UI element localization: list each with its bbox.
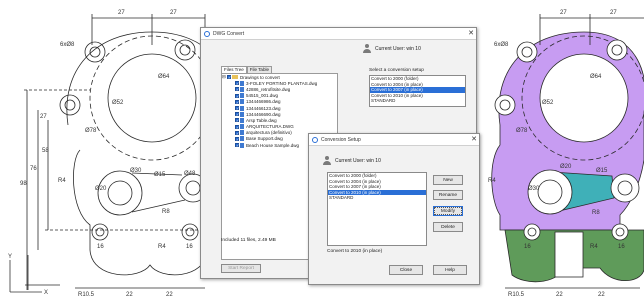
checkbox[interactable]: ✓ — [235, 143, 239, 148]
start-report-button[interactable]: Start Report — [221, 264, 261, 273]
current-user-label: Current User: win 10 — [335, 158, 381, 164]
new-button[interactable]: New — [433, 175, 463, 185]
dim-text: R4 — [590, 244, 598, 250]
file-name: Arsp Table.dwg — [246, 117, 277, 123]
window-title: DWG Convert — [213, 30, 245, 37]
dim-text: 16 — [524, 244, 531, 250]
dim-text: R4 — [488, 178, 496, 184]
setup-list[interactable]: Convert to 2000 (folder) Convert to 2004 … — [369, 75, 466, 107]
current-user: Current User: win 10 — [319, 156, 381, 166]
checkbox[interactable]: ✓ — [235, 130, 239, 135]
dwg-file-icon — [240, 130, 244, 136]
title-bar: DWG Convert ✕ — [201, 28, 476, 40]
app-icon — [312, 136, 318, 143]
checkbox[interactable]: ✓ — [235, 118, 239, 123]
title-bar: Conversion Setup ✕ — [309, 134, 479, 146]
setup-option[interactable]: STANDARD — [370, 98, 465, 104]
dim-text: 27 — [610, 10, 617, 16]
dim-text: 16 — [618, 244, 625, 250]
dwg-file-icon — [240, 111, 244, 117]
dwg-file-icon — [240, 93, 244, 99]
file-name: 3-FOLEY PORTINO PLANTAS.dwg — [246, 80, 318, 86]
file-name: 42886_retrofitsite.dwg — [246, 86, 291, 92]
dim-text: 27 — [560, 10, 567, 16]
dim-text: 22 — [598, 292, 605, 298]
dwg-file-icon — [240, 136, 244, 142]
file-name: 1344466690.dwg — [246, 111, 281, 117]
help-button[interactable]: Help — [433, 265, 467, 275]
file-name: 1344466986.dwg — [246, 99, 281, 105]
modify-button[interactable]: Modify — [433, 206, 463, 216]
delete-button[interactable]: Delete — [433, 222, 463, 232]
dim-text: Ø52 — [542, 100, 554, 106]
dim-text: Ø20 — [560, 164, 572, 170]
status-text: Included 11 files, 2.49 MB — [221, 238, 276, 243]
checkbox[interactable]: ✓ — [235, 87, 239, 92]
dim-text: Ø15 — [596, 168, 608, 174]
dim-text: Ø64 — [590, 74, 602, 80]
close-button[interactable]: Close — [389, 265, 423, 275]
file-name: Beach House Sample.dwg — [246, 142, 300, 148]
tab-strip: Files Tree File Table — [221, 66, 272, 73]
dwg-file-icon — [240, 99, 244, 105]
dwg-file-icon — [240, 105, 244, 111]
current-user: Current User: win 10 — [359, 44, 421, 54]
user-icon — [362, 44, 372, 54]
checkbox[interactable]: ✓ — [235, 93, 239, 98]
dwg-file-icon — [240, 86, 244, 92]
dim-text: Ø78 — [516, 128, 528, 134]
dialog-title: Conversion Setup — [321, 136, 361, 143]
user-icon — [322, 156, 332, 166]
setup-group-label: Select a conversion setup — [369, 68, 424, 73]
checkbox[interactable]: ✓ — [235, 136, 239, 141]
file-name: Base Support.dwg — [246, 136, 283, 142]
folder-icon — [232, 75, 238, 80]
tab-file-table[interactable]: File Table — [246, 66, 272, 73]
checkbox[interactable]: ✓ — [235, 99, 239, 104]
file-name: 54515_001.dwg — [246, 93, 279, 99]
file-name: arquitectura (definitivo) — [246, 130, 292, 136]
setup-description: Convert to 2010 (in place) — [327, 249, 383, 254]
rename-button[interactable]: Rename — [433, 190, 463, 200]
tree-root-label: Drawings to convert — [240, 74, 280, 80]
current-user-label: Current User: win 10 — [375, 46, 421, 52]
dwg-file-icon — [240, 142, 244, 148]
close-icon[interactable]: ✕ — [466, 29, 476, 39]
checkbox[interactable]: ✓ — [235, 124, 239, 129]
dwg-file-icon — [240, 117, 244, 123]
dim-text: 22 — [556, 292, 563, 298]
setup-option[interactable]: STANDARD — [328, 195, 426, 201]
dwg-file-icon — [240, 124, 244, 130]
file-name: 1344466123.dwg — [246, 105, 281, 111]
dwg-file-icon — [240, 80, 244, 86]
setup-list[interactable]: Convert to 2000 (folder) Convert to 2004 … — [327, 172, 427, 246]
app-icon — [204, 30, 210, 37]
conversion-setup-dialog: Conversion Setup ✕ Current User: win 10 … — [308, 133, 480, 285]
tab-files-tree[interactable]: Files Tree — [221, 66, 247, 73]
dim-text: Ø30 — [528, 186, 540, 192]
checkbox[interactable]: ✓ — [227, 75, 231, 80]
dim-text: 6xØ8 — [494, 42, 509, 48]
checkbox[interactable]: ✓ — [235, 81, 239, 86]
file-name: ARQUITECTURA.DWG — [246, 124, 294, 130]
dim-text: R10.5 — [508, 292, 525, 298]
checkbox[interactable]: ✓ — [235, 112, 239, 117]
dim-text: R8 — [592, 210, 600, 216]
close-icon[interactable]: ✕ — [469, 135, 479, 145]
checkbox[interactable]: ✓ — [235, 106, 239, 111]
